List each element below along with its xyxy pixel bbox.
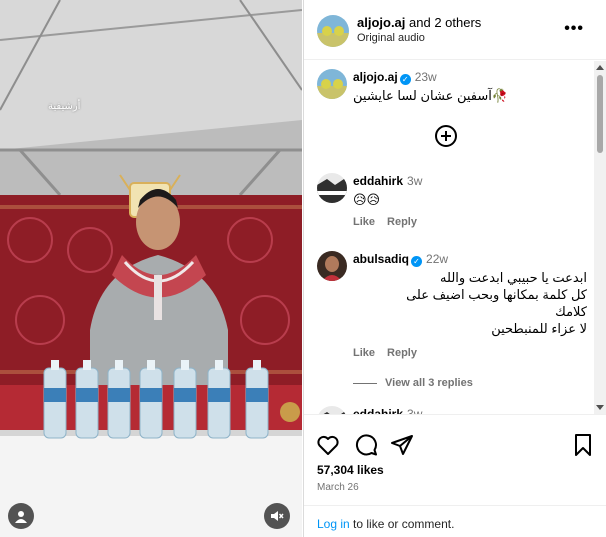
scroll-up-arrow-icon[interactable] <box>596 65 604 70</box>
post-header: aljojo.aj and 2 others Original audio ••… <box>304 0 606 60</box>
comment-actions: Like Reply <box>353 216 429 228</box>
avatar-image <box>317 173 347 203</box>
footer-divider <box>304 505 606 506</box>
view-replies-label: View all 3 replies <box>385 377 473 389</box>
action-bar <box>316 433 595 457</box>
scrollbar-thumb[interactable] <box>597 75 603 153</box>
login-prompt-text: to like or comment. <box>349 517 455 531</box>
comment-avatar[interactable] <box>317 173 347 203</box>
comment-item: eddahirk 3w 😥😥 Like Reply <box>304 173 594 233</box>
comment-item: eddahirk 3w <box>304 404 594 414</box>
mute-toggle-button[interactable] <box>264 503 290 529</box>
caption-text: آسفين عشان لسا عايشين🥀 <box>353 88 509 103</box>
comment-username[interactable]: abulsadiq <box>353 252 409 266</box>
caption-avatar[interactable] <box>317 69 347 99</box>
collaborators-text[interactable]: and 2 others <box>405 15 481 30</box>
comment-actions: Like Reply <box>353 347 429 359</box>
author-username[interactable]: aljojo.aj <box>357 15 405 30</box>
author-avatar[interactable] <box>317 15 349 47</box>
muted-speaker-icon <box>271 511 284 521</box>
post-date[interactable]: March 26 <box>317 482 359 493</box>
comment-line: ابدعت يا حبيبي ابدعت والله <box>440 270 587 285</box>
video-watermark: أرشيفية <box>48 101 81 112</box>
comment-avatar[interactable] <box>317 251 347 281</box>
comments-scrollbar[interactable] <box>594 61 606 414</box>
post-media[interactable]: أرشيفية <box>0 0 302 537</box>
like-comment-button[interactable]: Like <box>353 347 375 359</box>
comment-icon[interactable] <box>354 433 378 457</box>
comment-time[interactable]: 22w <box>426 252 448 266</box>
comment-username[interactable]: eddahirk <box>353 174 403 188</box>
caption-username-line: aljojo.aj ✓ 23w <box>353 70 437 85</box>
comment-line: لا عزاء للمنبطحين <box>491 321 587 336</box>
avatar-image <box>317 15 349 47</box>
bookmark-icon[interactable] <box>571 433 595 457</box>
comment-item: abulsadiq ✓ 22w ابدعت يا حبيبي ابدعت والله… <box>304 251 594 396</box>
user-tag-button[interactable] <box>8 503 34 529</box>
share-icon[interactable] <box>390 433 414 457</box>
comment-username[interactable]: eddahirk <box>353 407 403 414</box>
reply-comment-button[interactable]: Reply <box>387 347 417 359</box>
post-footer: 57,304 likes March 26 Log in to like or … <box>304 414 606 537</box>
more-options-icon[interactable]: ••• <box>564 20 584 38</box>
comment-text: 😥😥 <box>353 192 381 207</box>
comment-username-line: abulsadiq ✓ 22w <box>353 252 448 267</box>
login-prompt: Log in to like or comment. <box>317 517 597 531</box>
comment-username-line: eddahirk 3w <box>353 407 422 414</box>
avatar-image <box>317 251 347 281</box>
comment-text: ابدعت يا حبيبي ابدعت والله كل كلمة بمكان… <box>353 269 587 337</box>
heart-icon[interactable] <box>316 433 340 457</box>
comment-avatar[interactable] <box>317 406 347 414</box>
caption-time[interactable]: 23w <box>415 70 437 84</box>
verified-badge-icon: ✓ <box>399 74 411 85</box>
comment-line: كل كلمة بمكانها وبحب اضيف على <box>406 287 587 302</box>
comment-time[interactable]: 3w <box>407 174 422 188</box>
post-author-line: aljojo.aj and 2 others <box>357 15 481 30</box>
plus-circle-icon[interactable] <box>435 125 457 147</box>
comment-username-line: eddahirk 3w <box>353 174 422 188</box>
user-icon <box>15 511 27 523</box>
like-comment-button[interactable]: Like <box>353 216 375 228</box>
caption-username[interactable]: aljojo.aj <box>353 70 398 84</box>
caption-item: aljojo.aj ✓ 23w آسفين عشان لسا عايشين🥀 <box>304 69 594 109</box>
like-count[interactable]: 57,304 likes <box>317 463 384 477</box>
replies-divider <box>353 382 377 384</box>
audio-label[interactable]: Original audio <box>357 32 425 44</box>
avatar-image <box>317 406 347 414</box>
reply-comment-button[interactable]: Reply <box>387 216 417 228</box>
login-link[interactable]: Log in <box>317 517 350 531</box>
scroll-down-arrow-icon[interactable] <box>596 405 604 410</box>
verified-badge-icon: ✓ <box>411 256 423 267</box>
comment-time[interactable]: 3w <box>407 407 422 414</box>
comment-line: كلامك <box>555 304 587 319</box>
comments-list[interactable]: aljojo.aj ✓ 23w آسفين عشان لسا عايشين🥀 edd… <box>304 61 606 414</box>
view-replies-button[interactable]: View all 3 replies <box>353 377 473 389</box>
video-frame <box>0 0 302 537</box>
post-details-panel: aljojo.aj and 2 others Original audio ••… <box>303 0 606 537</box>
avatar-image <box>317 69 347 99</box>
